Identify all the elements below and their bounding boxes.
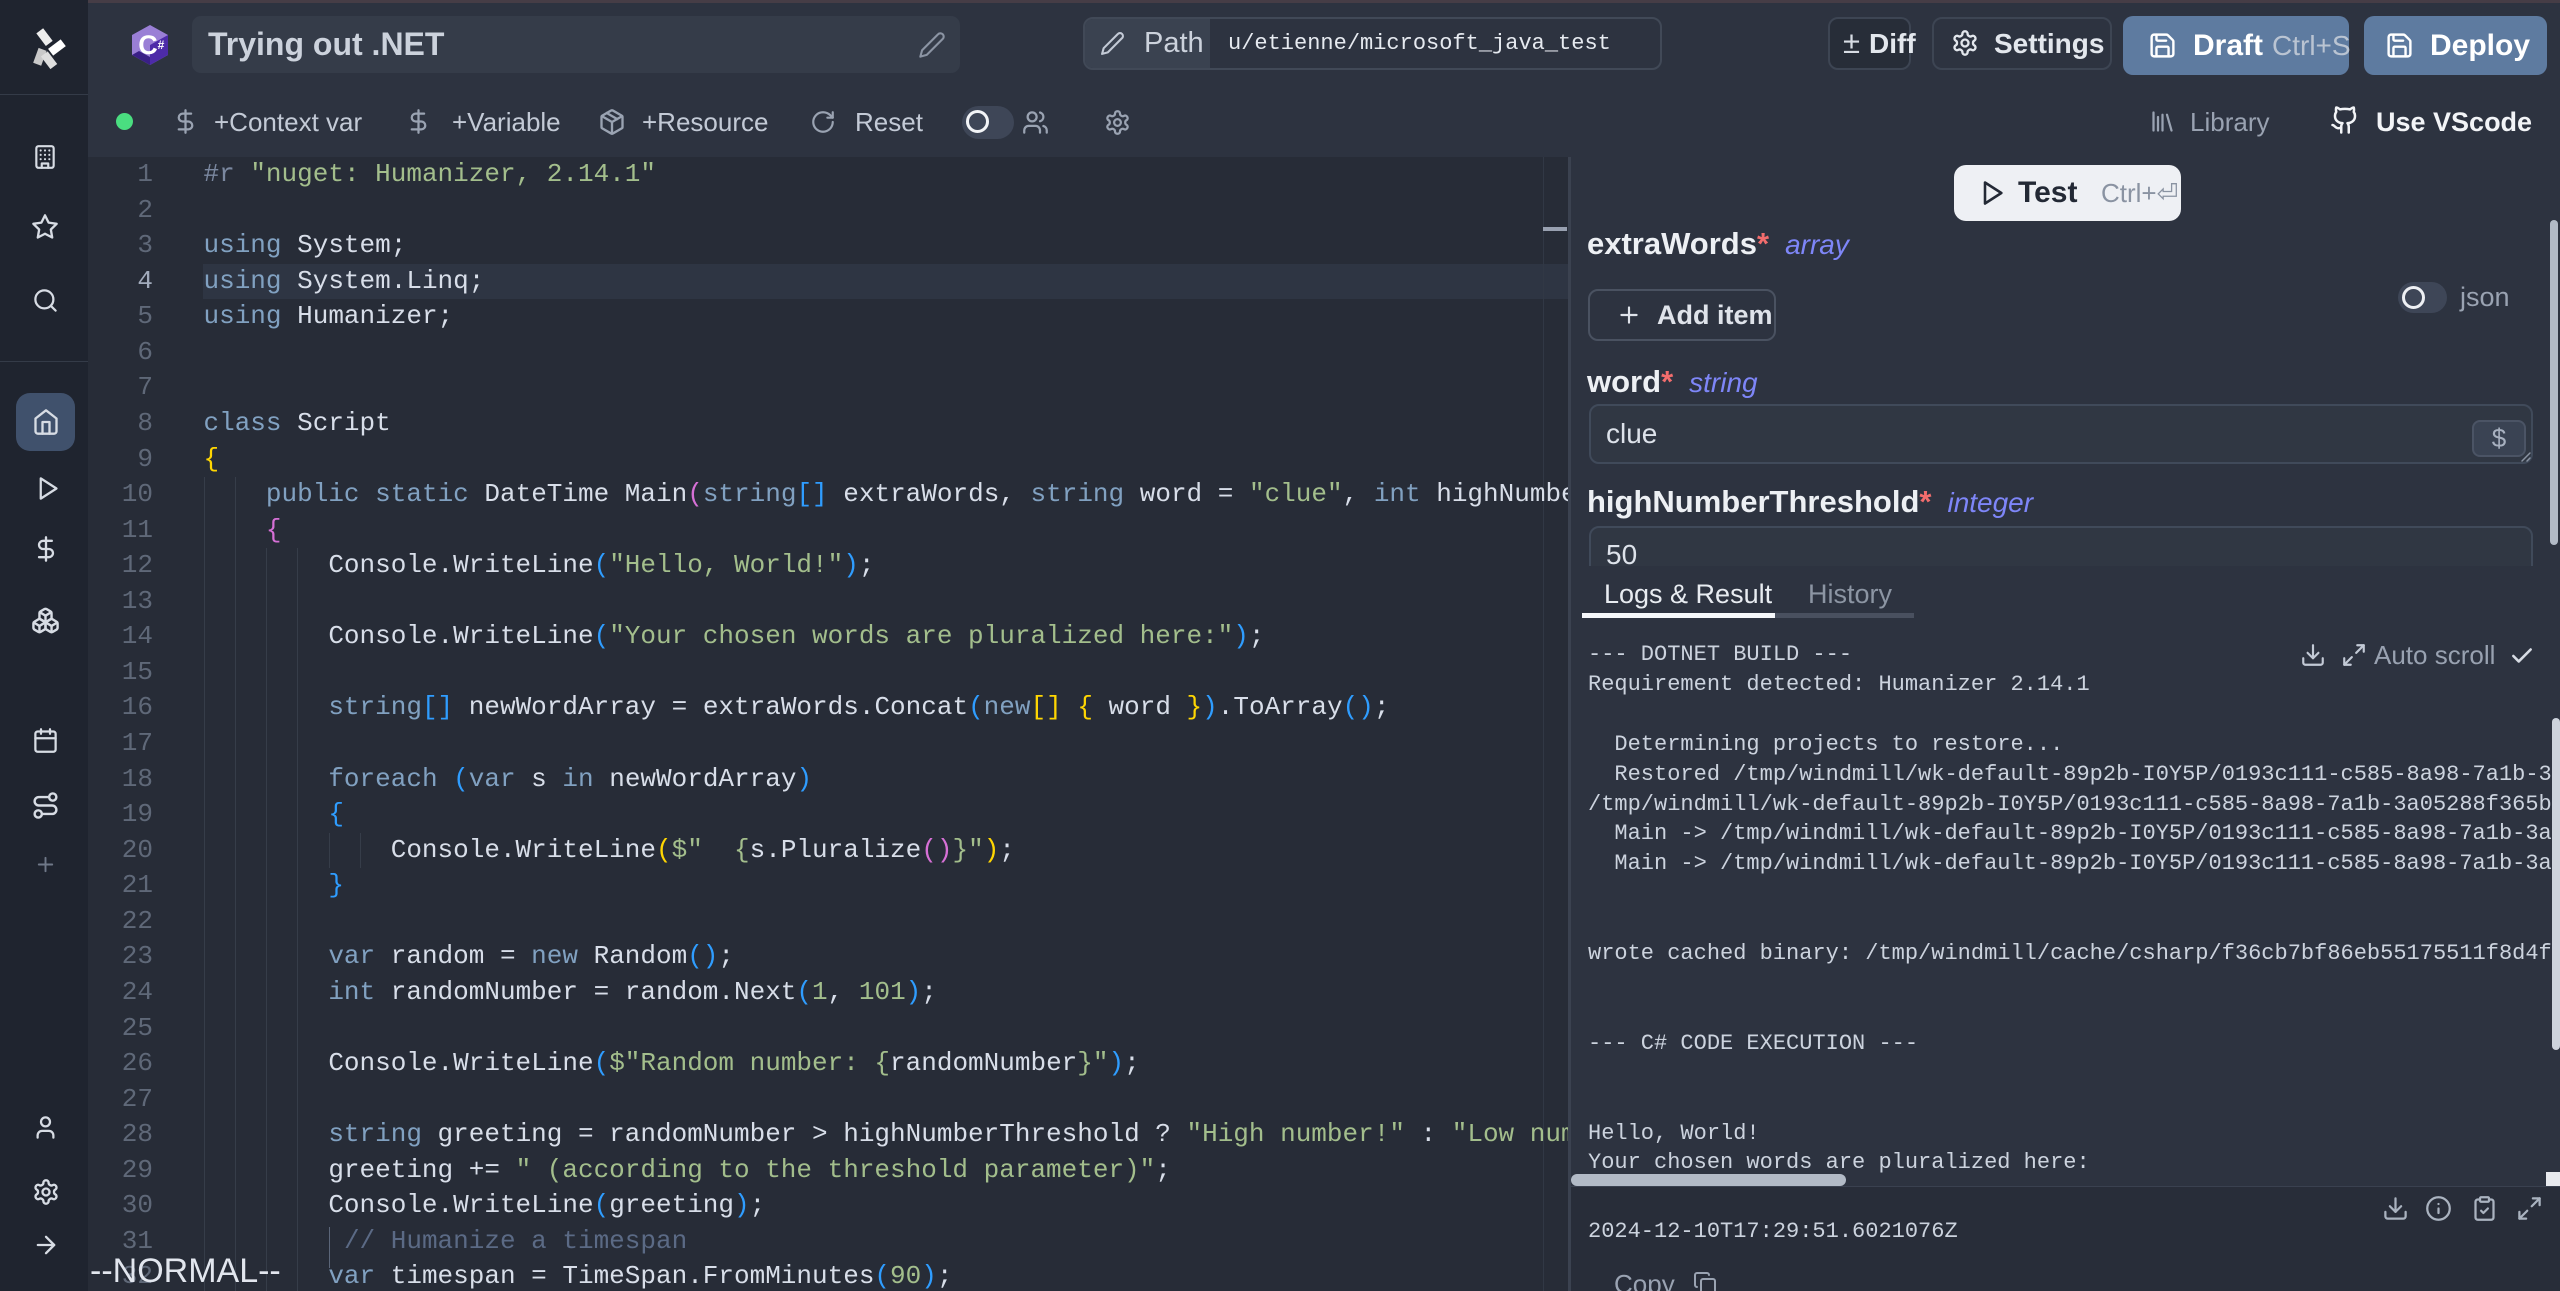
svg-text:C: C (138, 30, 158, 60)
svg-text:#: # (158, 38, 165, 52)
